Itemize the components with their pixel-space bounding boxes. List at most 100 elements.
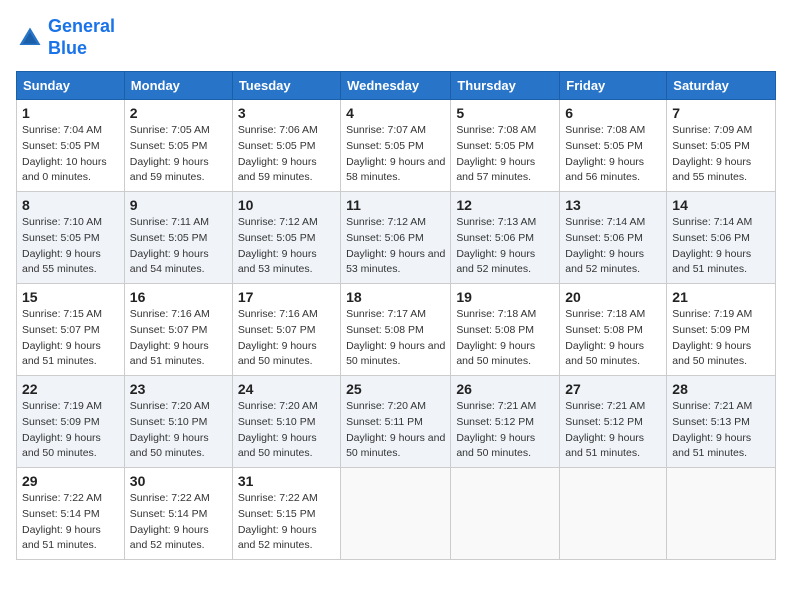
day-detail: Sunrise: 7:21 AM Sunset: 5:13 PM Dayligh… xyxy=(672,399,770,462)
calendar-cell: 10 Sunrise: 7:12 AM Sunset: 5:05 PM Dayl… xyxy=(232,192,340,284)
day-detail: Sunrise: 7:12 AM Sunset: 5:06 PM Dayligh… xyxy=(346,215,445,278)
day-number: 30 xyxy=(130,473,227,489)
calendar-week-4: 22 Sunrise: 7:19 AM Sunset: 5:09 PM Dayl… xyxy=(17,376,776,468)
day-detail: Sunrise: 7:07 AM Sunset: 5:05 PM Dayligh… xyxy=(346,123,445,186)
day-number: 26 xyxy=(456,381,554,397)
day-number: 4 xyxy=(346,105,445,121)
calendar-cell: 18 Sunrise: 7:17 AM Sunset: 5:08 PM Dayl… xyxy=(341,284,451,376)
calendar-cell: 21 Sunrise: 7:19 AM Sunset: 5:09 PM Dayl… xyxy=(667,284,776,376)
day-number: 11 xyxy=(346,197,445,213)
calendar-header-row: SundayMondayTuesdayWednesdayThursdayFrid… xyxy=(17,72,776,100)
day-number: 13 xyxy=(565,197,661,213)
calendar-cell: 5 Sunrise: 7:08 AM Sunset: 5:05 PM Dayli… xyxy=(451,100,560,192)
day-number: 18 xyxy=(346,289,445,305)
day-number: 19 xyxy=(456,289,554,305)
day-number: 6 xyxy=(565,105,661,121)
weekday-header-friday: Friday xyxy=(560,72,667,100)
weekday-header-wednesday: Wednesday xyxy=(341,72,451,100)
day-detail: Sunrise: 7:08 AM Sunset: 5:05 PM Dayligh… xyxy=(456,123,554,186)
calendar-cell: 17 Sunrise: 7:16 AM Sunset: 5:07 PM Dayl… xyxy=(232,284,340,376)
day-detail: Sunrise: 7:04 AM Sunset: 5:05 PM Dayligh… xyxy=(22,123,119,186)
day-number: 24 xyxy=(238,381,335,397)
day-number: 22 xyxy=(22,381,119,397)
day-number: 1 xyxy=(22,105,119,121)
calendar-cell: 31 Sunrise: 7:22 AM Sunset: 5:15 PM Dayl… xyxy=(232,468,340,560)
day-detail: Sunrise: 7:12 AM Sunset: 5:05 PM Dayligh… xyxy=(238,215,335,278)
calendar-cell: 29 Sunrise: 7:22 AM Sunset: 5:14 PM Dayl… xyxy=(17,468,125,560)
day-number: 9 xyxy=(130,197,227,213)
day-number: 20 xyxy=(565,289,661,305)
calendar-cell: 13 Sunrise: 7:14 AM Sunset: 5:06 PM Dayl… xyxy=(560,192,667,284)
day-detail: Sunrise: 7:09 AM Sunset: 5:05 PM Dayligh… xyxy=(672,123,770,186)
calendar-cell: 12 Sunrise: 7:13 AM Sunset: 5:06 PM Dayl… xyxy=(451,192,560,284)
day-detail: Sunrise: 7:15 AM Sunset: 5:07 PM Dayligh… xyxy=(22,307,119,370)
day-number: 17 xyxy=(238,289,335,305)
day-detail: Sunrise: 7:20 AM Sunset: 5:10 PM Dayligh… xyxy=(238,399,335,462)
day-detail: Sunrise: 7:21 AM Sunset: 5:12 PM Dayligh… xyxy=(456,399,554,462)
day-detail: Sunrise: 7:13 AM Sunset: 5:06 PM Dayligh… xyxy=(456,215,554,278)
day-number: 29 xyxy=(22,473,119,489)
day-detail: Sunrise: 7:06 AM Sunset: 5:05 PM Dayligh… xyxy=(238,123,335,186)
calendar-table: SundayMondayTuesdayWednesdayThursdayFrid… xyxy=(16,71,776,560)
logo-text: General Blue xyxy=(48,16,115,59)
day-detail: Sunrise: 7:18 AM Sunset: 5:08 PM Dayligh… xyxy=(565,307,661,370)
day-detail: Sunrise: 7:20 AM Sunset: 5:11 PM Dayligh… xyxy=(346,399,445,462)
day-number: 8 xyxy=(22,197,119,213)
calendar-cell xyxy=(560,468,667,560)
calendar-cell: 11 Sunrise: 7:12 AM Sunset: 5:06 PM Dayl… xyxy=(341,192,451,284)
day-detail: Sunrise: 7:22 AM Sunset: 5:14 PM Dayligh… xyxy=(130,491,227,554)
calendar-week-2: 8 Sunrise: 7:10 AM Sunset: 5:05 PM Dayli… xyxy=(17,192,776,284)
day-number: 14 xyxy=(672,197,770,213)
calendar-cell xyxy=(341,468,451,560)
calendar-cell: 19 Sunrise: 7:18 AM Sunset: 5:08 PM Dayl… xyxy=(451,284,560,376)
day-detail: Sunrise: 7:22 AM Sunset: 5:15 PM Dayligh… xyxy=(238,491,335,554)
calendar-cell: 25 Sunrise: 7:20 AM Sunset: 5:11 PM Dayl… xyxy=(341,376,451,468)
logo: General Blue xyxy=(16,16,115,59)
day-number: 7 xyxy=(672,105,770,121)
calendar-cell: 22 Sunrise: 7:19 AM Sunset: 5:09 PM Dayl… xyxy=(17,376,125,468)
calendar-cell: 24 Sunrise: 7:20 AM Sunset: 5:10 PM Dayl… xyxy=(232,376,340,468)
day-number: 5 xyxy=(456,105,554,121)
day-number: 15 xyxy=(22,289,119,305)
day-detail: Sunrise: 7:08 AM Sunset: 5:05 PM Dayligh… xyxy=(565,123,661,186)
calendar-week-3: 15 Sunrise: 7:15 AM Sunset: 5:07 PM Dayl… xyxy=(17,284,776,376)
weekday-header-tuesday: Tuesday xyxy=(232,72,340,100)
calendar-week-5: 29 Sunrise: 7:22 AM Sunset: 5:14 PM Dayl… xyxy=(17,468,776,560)
day-number: 27 xyxy=(565,381,661,397)
calendar-cell: 3 Sunrise: 7:06 AM Sunset: 5:05 PM Dayli… xyxy=(232,100,340,192)
weekday-header-saturday: Saturday xyxy=(667,72,776,100)
day-detail: Sunrise: 7:19 AM Sunset: 5:09 PM Dayligh… xyxy=(672,307,770,370)
calendar-cell: 26 Sunrise: 7:21 AM Sunset: 5:12 PM Dayl… xyxy=(451,376,560,468)
day-detail: Sunrise: 7:21 AM Sunset: 5:12 PM Dayligh… xyxy=(565,399,661,462)
day-number: 25 xyxy=(346,381,445,397)
calendar-cell xyxy=(667,468,776,560)
calendar-cell: 9 Sunrise: 7:11 AM Sunset: 5:05 PM Dayli… xyxy=(124,192,232,284)
calendar-cell: 14 Sunrise: 7:14 AM Sunset: 5:06 PM Dayl… xyxy=(667,192,776,284)
day-number: 23 xyxy=(130,381,227,397)
day-number: 28 xyxy=(672,381,770,397)
calendar-cell: 15 Sunrise: 7:15 AM Sunset: 5:07 PM Dayl… xyxy=(17,284,125,376)
day-detail: Sunrise: 7:10 AM Sunset: 5:05 PM Dayligh… xyxy=(22,215,119,278)
calendar-cell: 20 Sunrise: 7:18 AM Sunset: 5:08 PM Dayl… xyxy=(560,284,667,376)
day-number: 16 xyxy=(130,289,227,305)
calendar-cell xyxy=(451,468,560,560)
calendar-cell: 16 Sunrise: 7:16 AM Sunset: 5:07 PM Dayl… xyxy=(124,284,232,376)
day-number: 12 xyxy=(456,197,554,213)
calendar-cell: 4 Sunrise: 7:07 AM Sunset: 5:05 PM Dayli… xyxy=(341,100,451,192)
day-detail: Sunrise: 7:11 AM Sunset: 5:05 PM Dayligh… xyxy=(130,215,227,278)
calendar-cell: 8 Sunrise: 7:10 AM Sunset: 5:05 PM Dayli… xyxy=(17,192,125,284)
page-header: General Blue xyxy=(16,16,776,59)
day-detail: Sunrise: 7:19 AM Sunset: 5:09 PM Dayligh… xyxy=(22,399,119,462)
calendar-cell: 28 Sunrise: 7:21 AM Sunset: 5:13 PM Dayl… xyxy=(667,376,776,468)
calendar-cell: 23 Sunrise: 7:20 AM Sunset: 5:10 PM Dayl… xyxy=(124,376,232,468)
day-detail: Sunrise: 7:18 AM Sunset: 5:08 PM Dayligh… xyxy=(456,307,554,370)
day-number: 10 xyxy=(238,197,335,213)
day-detail: Sunrise: 7:17 AM Sunset: 5:08 PM Dayligh… xyxy=(346,307,445,370)
day-number: 3 xyxy=(238,105,335,121)
calendar-body: 1 Sunrise: 7:04 AM Sunset: 5:05 PM Dayli… xyxy=(17,100,776,560)
calendar-cell: 27 Sunrise: 7:21 AM Sunset: 5:12 PM Dayl… xyxy=(560,376,667,468)
day-detail: Sunrise: 7:20 AM Sunset: 5:10 PM Dayligh… xyxy=(130,399,227,462)
day-detail: Sunrise: 7:14 AM Sunset: 5:06 PM Dayligh… xyxy=(565,215,661,278)
day-detail: Sunrise: 7:14 AM Sunset: 5:06 PM Dayligh… xyxy=(672,215,770,278)
calendar-cell: 6 Sunrise: 7:08 AM Sunset: 5:05 PM Dayli… xyxy=(560,100,667,192)
